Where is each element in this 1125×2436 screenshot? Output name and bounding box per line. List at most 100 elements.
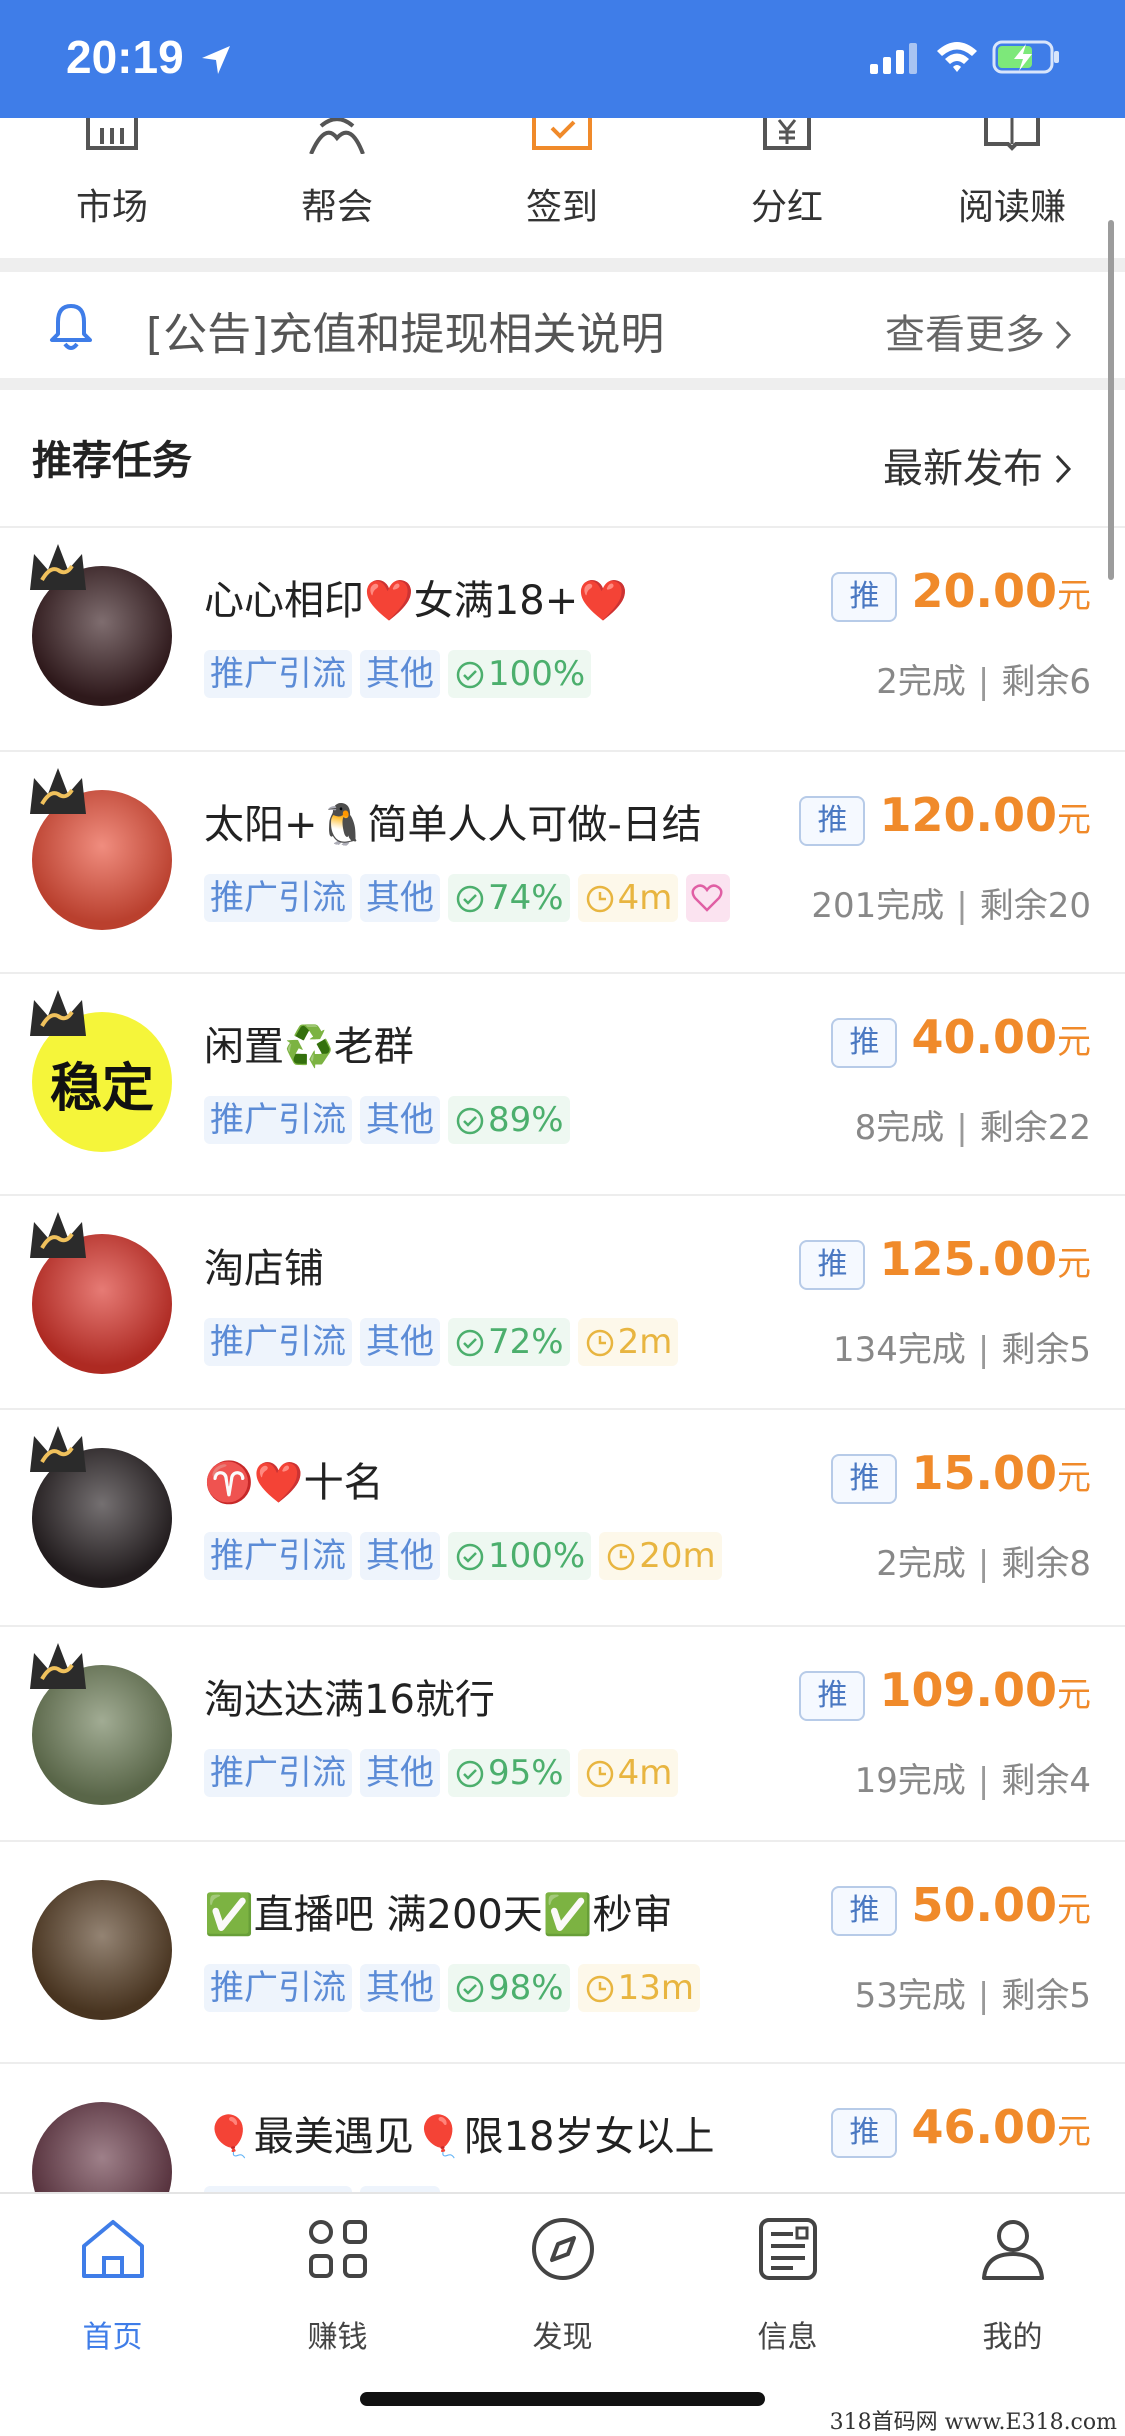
task-title: ♈️❤️十名 [204,1460,384,1506]
price-unit: 元 [1057,1244,1091,1284]
task-stats: 2完成 | 剩余8 [876,1536,1091,1585]
success-rate-value: 74% [488,878,564,918]
crown-icon [30,768,86,814]
time-value: 4m [617,878,673,918]
price-value: 120.00 [879,788,1057,842]
latest-release-link[interactable]: 最新发布 [883,436,1073,494]
stats-divider: | [956,886,968,926]
task-stats: 134完成 | 剩余5 [833,1322,1091,1371]
stats-divider: | [977,1976,990,2016]
category-tag: 推广引流 [204,650,352,698]
crown-icon [30,1426,86,1472]
crown-icon [30,1212,86,1258]
signal-icon [870,43,917,74]
category-tag: 推广引流 [204,1318,352,1366]
price-value: 40.00 [911,1010,1057,1064]
recommended-badge: 推 [799,1240,866,1290]
category-tag: 其他 [360,1749,440,1797]
menu-label: 阅读赚 [957,187,1066,228]
success-rate-tag: 100% [448,1532,592,1580]
success-rate-value: 100% [488,654,586,694]
category-tag: 其他 [360,1532,440,1580]
recommended-badge: 推 [831,1886,898,1936]
check-circle-icon [456,661,484,689]
task-price: 120.00元 [879,788,1091,842]
remaining-count: 剩余20 [979,886,1091,926]
task-stats: 53完成 | 剩余5 [855,1968,1091,2017]
guild-icon [309,118,365,154]
task-row[interactable]: ♈️❤️十名 推广引流 其他 100% 20m 推 15.00元 2完成 | 剩余8 [0,1408,1125,1625]
menu-item-dividend[interactable]: 分红 [687,118,887,258]
completed-count: 134完成 [832,1330,966,1370]
menu-item-checkin[interactable]: 签到 [462,118,662,258]
task-price: 20.00元 [911,564,1091,618]
tab-discover[interactable]: 发现 [450,2214,675,2374]
task-stats: 201完成 | 剩余20 [811,878,1091,927]
time-tag: 4m [577,874,679,922]
task-row[interactable]: 心心相印❤️女满18+❤️ 推广引流 其他 100% 推 20.00元 2完成 | 剩余6 [0,526,1125,750]
recommended-badge: 推 [799,1671,866,1721]
category-tag: 其他 [360,1318,440,1366]
wifi-icon [937,42,977,72]
price-unit: 元 [1057,1022,1091,1062]
check-circle-icon [456,1975,484,2003]
success-rate-value: 100% [488,1536,586,1576]
task-price: 40.00元 [911,1010,1091,1064]
task-row[interactable]: 淘店铺 推广引流 其他 72% 2m 推 125.00元 134完成 | 剩余5 [0,1194,1125,1408]
tab-profile[interactable]: 我的 [900,2214,1125,2374]
price-unit: 元 [1057,1890,1091,1930]
category-tag: 其他 [360,874,440,922]
remaining-count: 剩余8 [1001,1544,1091,1584]
success-rate-value: 95% [488,1753,564,1793]
section-title: 推荐任务 [32,438,192,484]
tab-home[interactable]: 首页 [0,2214,225,2374]
tab-label: 信息 [757,2320,818,2355]
task-row[interactable]: 稳定 闲置♻️老群 推广引流 其他 89% 推 40.00元 8完成 | 剩余22 [0,972,1125,1194]
favorite-tag[interactable] [686,874,731,922]
success-rate-tag: 98% [448,1964,570,2012]
tab-earn[interactable]: 赚钱 [225,2214,450,2374]
remaining-count: 剩余4 [1001,1761,1091,1801]
time-value: 20m [639,1536,716,1576]
menu-item-guild[interactable]: 帮会 [237,118,437,258]
scrollbar[interactable] [1108,220,1114,580]
task-row[interactable]: ✅直播吧 满200天✅秒审 推广引流 其他 98% 13m 推 50.00元 53完成 | 剩余5 [0,1840,1125,2062]
task-title: ✅直播吧 满200天✅秒审 [204,1892,673,1938]
task-row[interactable]: 淘达达满16就行 推广引流 其他 95% 4m 推 109.00元 19完成 | 剩余4 [0,1625,1125,1840]
read-earn-icon [984,118,1040,151]
dividend-icon [763,118,811,150]
recommended-badge: 推 [831,1454,898,1504]
recommended-badge: 推 [831,2108,898,2158]
market-icon [86,118,138,150]
stats-divider: | [977,1761,990,1801]
tab-messages[interactable]: 信息 [675,2214,900,2374]
task-title: 淘达达满16就行 [204,1677,495,1723]
success-rate-tag: 89% [448,1096,570,1144]
battery-charging-icon [992,40,1059,74]
task-price: 46.00元 [911,2100,1091,2154]
quick-menu: 市场 帮会 签到 分红 阅读赚 [0,118,1125,258]
check-circle-icon [456,885,484,913]
time-tag: 20m [599,1532,722,1580]
category-tag: 其他 [360,1964,440,2012]
task-row[interactable]: 太阳+🐧简单人人可做-日结 推广引流 其他 74% 4m 推 120.00元 201完成 | 剩余… [0,750,1125,972]
task-price: 15.00元 [911,1446,1091,1500]
completed-count: 19完成 [854,1761,966,1801]
task-row[interactable]: 🎈最美遇见🎈限18岁女以上推广引流其他推46.00元 [0,2062,1125,2242]
category-tag: 推广引流 [204,874,352,922]
category-tag: 其他 [360,650,440,698]
check-circle-icon [456,1760,484,1788]
success-rate-tag: 74% [448,874,570,922]
menu-item-read-earn[interactable]: 阅读赚 [912,118,1112,258]
view-more-link[interactable]: 查看更多 [885,302,1073,360]
success-rate-tag: 95% [448,1749,570,1797]
recommended-badge: 推 [799,796,866,846]
menu-item-market[interactable]: 市场 [12,118,212,258]
announcement-bar[interactable]: [公告]充值和提现相关说明 查看更多 [0,272,1125,378]
time-value: 4m [617,1753,673,1793]
remaining-count: 剩余5 [1001,1976,1091,2016]
status-bar: 20:19 [0,0,1125,118]
time-value: 13m [617,1968,694,2008]
category-tag: 其他 [360,1096,440,1144]
stats-divider: | [956,1108,968,1148]
